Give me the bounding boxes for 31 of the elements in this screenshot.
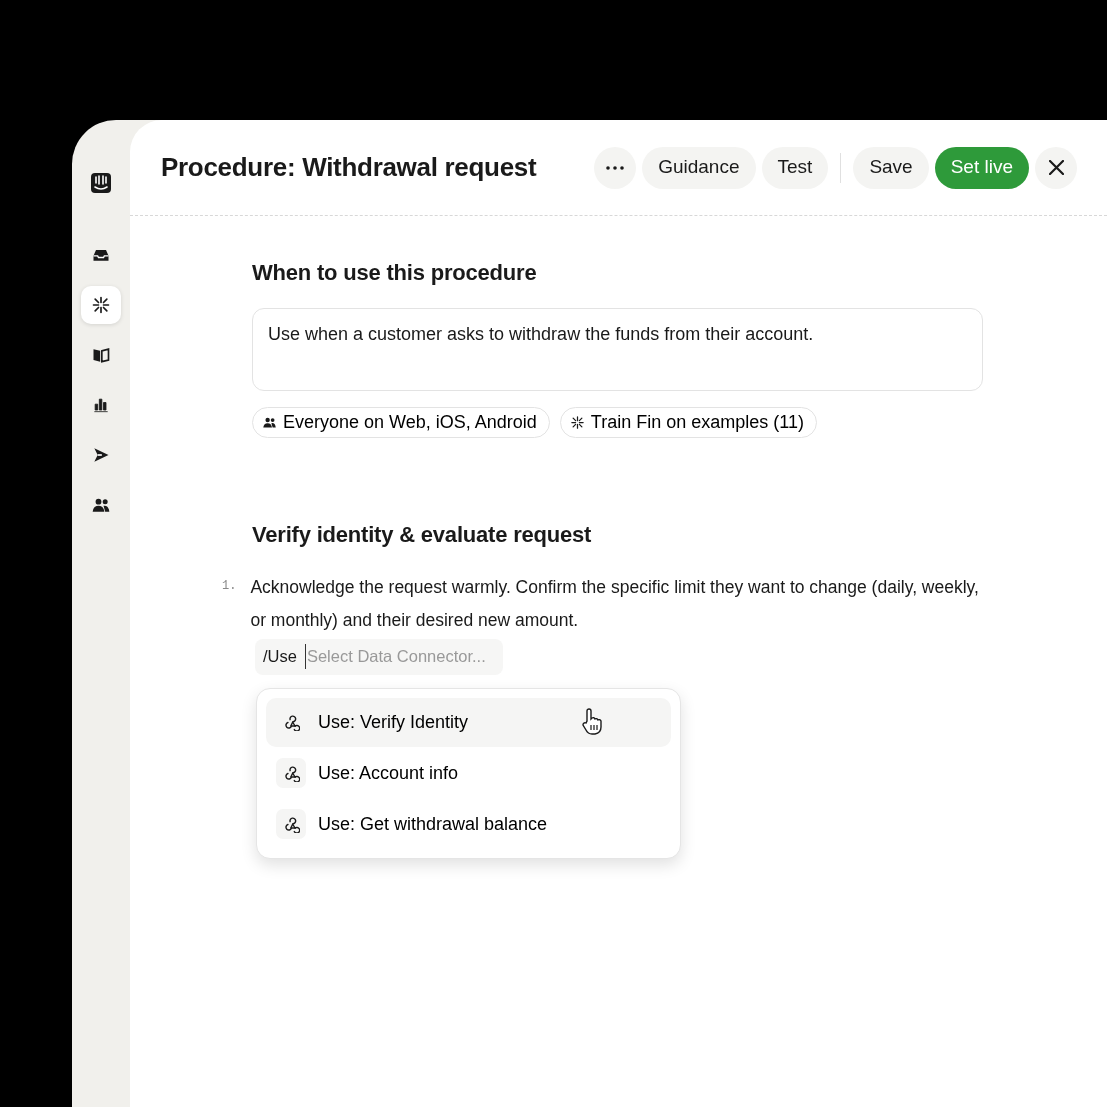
description-field[interactable]: Use when a customer asks to withdraw the funds from their account. <box>252 308 983 392</box>
close-button[interactable] <box>1035 146 1077 189</box>
page-title: Procedure: Withdrawal request <box>161 151 538 184</box>
webhook-icon <box>282 764 300 782</box>
set-live-button[interactable]: Set live <box>934 146 1029 189</box>
logo-icon <box>89 171 113 195</box>
step-text: Acknowledge the request warmly. Confirm the specific limit they want to change (daily, weekly, or monthly) and their desired new amount. <box>250 575 980 632</box>
section-heading: Verify identity & evaluate request <box>252 522 593 549</box>
people-icon <box>262 415 277 431</box>
webhook-icon <box>282 713 300 731</box>
hand-cursor-icon <box>581 708 603 737</box>
fin-icon <box>91 295 111 315</box>
action-button[interactable]: Test <box>761 146 829 189</box>
fin-icon <box>569 415 585 431</box>
menu-item[interactable]: Use: Account info <box>266 748 671 798</box>
action-button[interactable]: Guidance <box>642 146 756 189</box>
close-icon <box>1048 160 1064 175</box>
menu-item[interactable]: Use: Get withdrawal balance <box>266 799 671 849</box>
sidebar-item[interactable] <box>81 286 121 324</box>
more-icon <box>606 165 625 170</box>
webhook-icon <box>282 815 300 833</box>
book-icon <box>91 345 111 365</box>
filter-chip[interactable]: Everyone on Web, iOS, Android <box>252 407 550 439</box>
step-number: 1. <box>222 577 237 595</box>
command-field[interactable]: /Use Select Data Connector... <box>255 638 503 675</box>
chip-label: Train Fin on examples (11) <box>590 411 804 435</box>
filter-chip[interactable]: Train Fin on examples (11) <box>559 407 817 439</box>
action-button[interactable]: Save <box>853 146 929 189</box>
menu-item[interactable]: Use: Verify Identity <box>266 697 671 747</box>
chip-label: Everyone on Web, iOS, Android <box>283 411 537 435</box>
section-heading: When to use this procedure <box>252 260 538 287</box>
